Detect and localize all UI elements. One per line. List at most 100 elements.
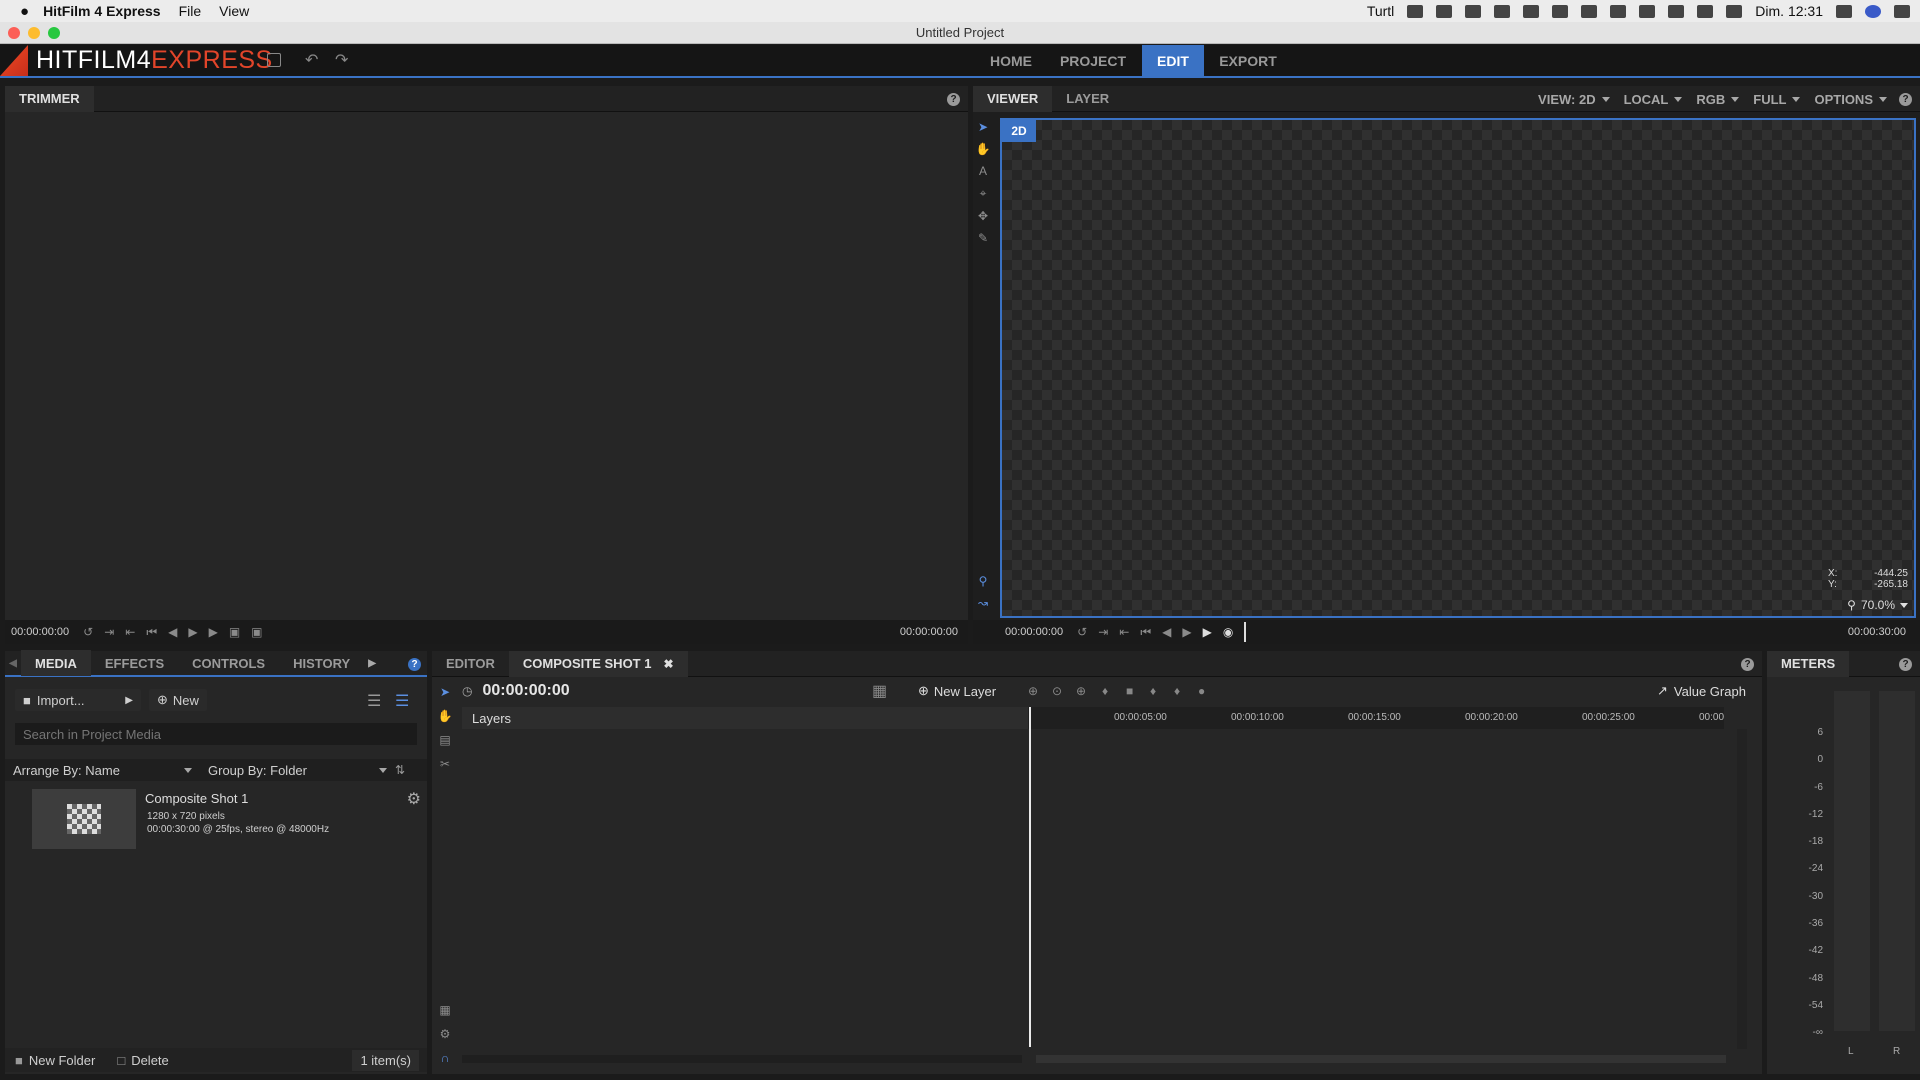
viewer-loop-icon[interactable]: ↺ xyxy=(1077,625,1087,639)
detail-view-icon[interactable]: ☰ xyxy=(395,691,409,711)
zoom-control[interactable]: ⚲ 70.0% xyxy=(1847,598,1908,612)
tab-edit[interactable]: EDIT xyxy=(1142,45,1204,76)
spotlight-icon[interactable] xyxy=(1836,4,1852,18)
dropbox-icon[interactable] xyxy=(1407,4,1424,18)
viewer-step-back-icon[interactable]: ◀ xyxy=(1162,625,1171,639)
viewer-help-icon[interactable]: ? xyxy=(1899,93,1912,106)
trimmer-help-icon[interactable]: ? xyxy=(947,93,960,106)
apple-icon[interactable]: ● xyxy=(20,3,29,20)
import-button[interactable]: ■ Import... ▶ xyxy=(15,689,141,711)
view-mode-dropdown[interactable]: VIEW: 2D xyxy=(1531,92,1617,107)
arrange-by-dropdown[interactable]: Arrange By: Name xyxy=(5,763,200,778)
select-tool-icon[interactable]: ➤ xyxy=(978,120,988,134)
slip-tool-icon[interactable]: ▤ xyxy=(439,733,450,747)
media-item[interactable]: Composite Shot 1 1280 x 720 pixels 00:00… xyxy=(5,787,427,851)
prev-keyframe-icon[interactable]: ⊕ xyxy=(1028,684,1038,698)
viewer-playhead[interactable] xyxy=(1244,622,1247,642)
keyframe-ease-in-icon[interactable]: ♦ xyxy=(1150,684,1156,698)
app-menu[interactable]: HitFilm 4 Express xyxy=(43,3,161,19)
tab-meters[interactable]: METERS xyxy=(1767,650,1850,677)
mark-in-icon[interactable]: ⇥ xyxy=(104,625,114,639)
new-button[interactable]: ⊕ New xyxy=(149,689,207,711)
tab-composite-shot[interactable]: COMPOSITE SHOT 1 ✖ xyxy=(508,650,688,677)
timeline-vertical-scrollbar[interactable] xyxy=(1737,729,1747,1049)
keyframe-hold-icon[interactable]: ■ xyxy=(1126,684,1133,698)
close-window-button[interactable] xyxy=(8,27,20,39)
pen-tool-icon[interactable]: ✎ xyxy=(978,231,988,245)
new-folder-button[interactable]: ■ New Folder xyxy=(15,1053,95,1068)
step-back-icon[interactable]: ◀ xyxy=(168,625,177,639)
tabs-scroll-left-icon[interactable]: ◀ xyxy=(5,658,21,669)
motion-path-icon[interactable]: ↝ xyxy=(978,596,988,610)
insert-icon[interactable]: ▣ xyxy=(229,625,240,639)
timeline-horizontal-scrollbar[interactable] xyxy=(1036,1055,1726,1063)
view-2d-badge[interactable]: 2D xyxy=(1002,120,1036,142)
tab-media[interactable]: MEDIA xyxy=(21,650,91,676)
move-tool-icon[interactable]: ✥ xyxy=(978,209,988,223)
tab-home[interactable]: HOME xyxy=(982,45,1040,76)
next-keyframe-icon[interactable]: ⊕ xyxy=(1076,684,1086,698)
list-view-icon[interactable]: ☰ xyxy=(367,691,381,711)
trimmer-canvas[interactable] xyxy=(5,112,968,620)
trimmer-time-out[interactable]: 00:00:00:00 xyxy=(900,626,958,638)
undo-icon[interactable]: ↶ xyxy=(305,50,318,70)
menu-view[interactable]: View xyxy=(219,3,249,19)
new-layer-button[interactable]: ⊕ New Layer xyxy=(918,683,996,699)
keyframe-smooth-icon[interactable]: ● xyxy=(1198,684,1205,698)
media-help-icon[interactable]: ? xyxy=(408,658,421,671)
tab-project[interactable]: PROJECT xyxy=(1052,45,1134,76)
layers-horizontal-scrollbar[interactable] xyxy=(462,1055,1022,1063)
cloud-icon[interactable] xyxy=(1436,4,1453,18)
menu-file[interactable]: File xyxy=(179,3,202,19)
volume-icon[interactable] xyxy=(1726,4,1743,18)
tab-layer[interactable]: LAYER xyxy=(1052,86,1123,112)
magnet-icon[interactable]: ∩ xyxy=(441,1051,450,1065)
trimmer-time-in[interactable]: 00:00:00:00 xyxy=(11,626,69,638)
viewer-time-end[interactable]: 00:00:30:00 xyxy=(1848,626,1906,638)
editor-settings-icon[interactable]: ⚙ xyxy=(440,1027,451,1041)
meters-help-icon[interactable]: ? xyxy=(1899,658,1912,671)
save-icon[interactable] xyxy=(267,53,281,67)
notification-center-icon[interactable] xyxy=(1894,4,1910,18)
time-machine-icon[interactable] xyxy=(1581,4,1598,18)
mark-out-icon[interactable]: ⇤ xyxy=(125,625,135,639)
timeline-playhead[interactable] xyxy=(1029,707,1031,1047)
siri-icon[interactable] xyxy=(1865,4,1881,18)
clock[interactable]: Dim. 12:31 xyxy=(1755,3,1823,19)
keyframe-ease-out-icon[interactable]: ♦ xyxy=(1174,684,1180,698)
skip-start-icon[interactable]: ⏮ xyxy=(146,625,157,640)
editor-select-icon[interactable]: ➤ xyxy=(440,685,450,699)
tab-viewer[interactable]: VIEWER xyxy=(973,85,1053,112)
viewer-record-icon[interactable]: ◉ xyxy=(1223,625,1233,639)
editor-help-icon[interactable]: ? xyxy=(1741,658,1754,671)
step-forward-icon[interactable]: ▶ xyxy=(188,625,197,639)
value-graph-button[interactable]: ↗ Value Graph xyxy=(1657,683,1746,699)
editor-hand-icon[interactable]: ✋ xyxy=(438,709,453,723)
media-item-settings-icon[interactable]: ⚙ xyxy=(407,789,421,809)
keyframe-linear-icon[interactable]: ♦ xyxy=(1102,684,1108,698)
viewer-skip-start-icon[interactable]: ⏮ xyxy=(1140,625,1151,640)
text-tool-icon[interactable]: A xyxy=(979,164,987,178)
zoom-window-button[interactable] xyxy=(48,27,60,39)
viewer-mark-in-icon[interactable]: ⇥ xyxy=(1098,625,1108,639)
play-icon[interactable]: ▶ xyxy=(209,625,218,639)
overlay-icon[interactable]: ▣ xyxy=(251,625,262,639)
viewer-canvas[interactable]: 2D X: -444.25 Y: -265.18 ⚲ 70.0% xyxy=(1000,118,1916,618)
tab-effects[interactable]: EFFECTS xyxy=(91,650,178,676)
viewer-play-icon[interactable]: ▶ xyxy=(1203,625,1212,639)
viewer-step-forward-icon[interactable]: ▶ xyxy=(1182,625,1191,639)
resolution-dropdown[interactable]: FULL xyxy=(1746,92,1807,107)
tab-history[interactable]: HISTORY xyxy=(279,650,364,676)
film-strip-icon[interactable]: ▦ xyxy=(439,1003,450,1017)
add-keyframe-icon[interactable]: ⊙ xyxy=(1052,684,1062,698)
timeline-ruler[interactable]: 00:00:05:00 00:00:10:00 00:00:15:00 00:0… xyxy=(1028,707,1724,729)
turtl-status[interactable]: Turtl xyxy=(1367,3,1394,19)
space-dropdown[interactable]: LOCAL xyxy=(1617,92,1690,107)
render-preview-icon[interactable]: ▦ xyxy=(872,681,887,701)
loop-icon[interactable]: ↺ xyxy=(83,625,93,639)
anchor-tool-icon[interactable]: ⌖ xyxy=(980,186,987,201)
delete-button[interactable]: □ Delete xyxy=(117,1053,168,1068)
minimize-window-button[interactable] xyxy=(28,27,40,39)
photo-icon[interactable] xyxy=(1465,4,1482,18)
channel-dropdown[interactable]: RGB xyxy=(1689,92,1746,107)
